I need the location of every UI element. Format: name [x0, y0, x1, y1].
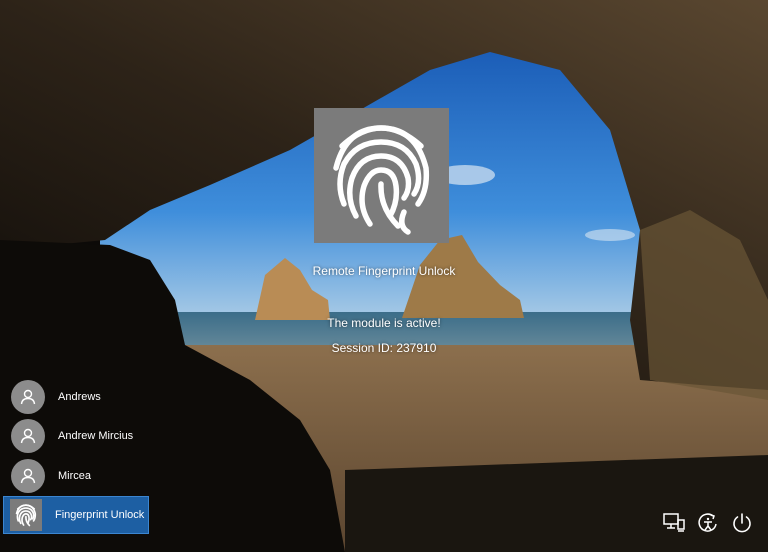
session-id: Session ID: 237910 [331, 341, 437, 355]
ease-of-access-icon[interactable] [696, 511, 720, 535]
network-icon[interactable] [662, 511, 686, 535]
user-mircea[interactable]: Mircea [5, 457, 148, 495]
status-message: The module is active! [327, 316, 441, 330]
fingerprint-tile[interactable] [314, 108, 449, 243]
user-label: Mircea [58, 470, 92, 482]
page-title: Remote Fingerprint Unlock [312, 264, 456, 278]
user-label: Andrew Mircius [58, 430, 134, 442]
user-andrew-mircius[interactable]: Andrew Mircius [5, 417, 148, 455]
power-icon[interactable] [730, 511, 754, 535]
fingerprint-icon [10, 499, 42, 531]
user-label: Fingerprint Unlock [55, 509, 145, 521]
user-fingerprint-unlock[interactable]: Fingerprint Unlock [3, 496, 149, 534]
user-icon [11, 380, 45, 414]
user-icon [11, 459, 45, 493]
user-andrews[interactable]: Andrews [5, 378, 148, 416]
user-icon [11, 419, 45, 453]
user-label: Andrews [58, 391, 101, 403]
fingerprint-icon [333, 125, 430, 235]
